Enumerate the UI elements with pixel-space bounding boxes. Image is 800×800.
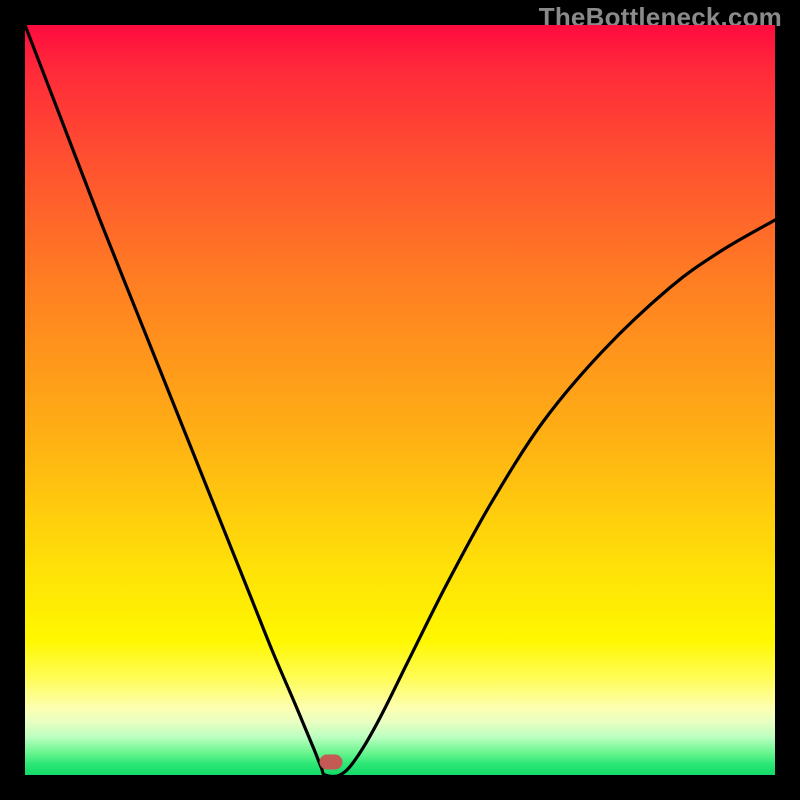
curve-svg [25,25,775,775]
bottleneck-curve-path [25,25,775,775]
chart-frame: TheBottleneck.com [0,0,800,800]
optimal-marker [320,754,343,769]
plot-area [25,25,775,775]
